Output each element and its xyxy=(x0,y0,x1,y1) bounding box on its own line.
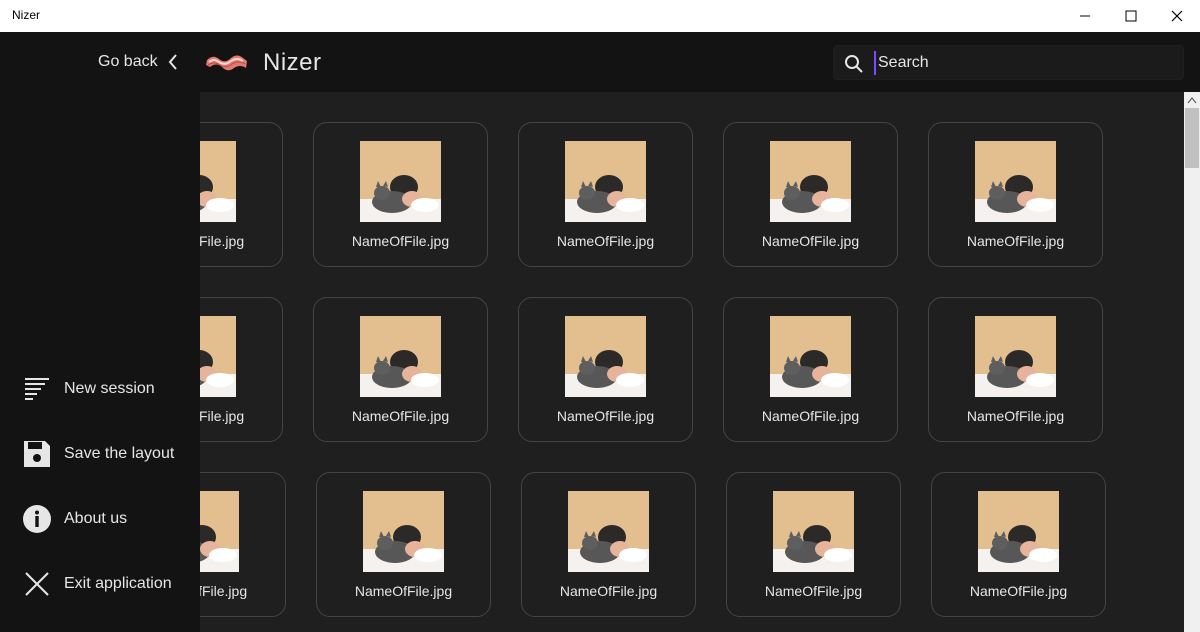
file-thumbnail xyxy=(360,141,441,222)
go-back-label: Go back xyxy=(98,53,158,70)
file-thumbnail xyxy=(975,316,1056,397)
file-card[interactable]: NameOfFile.jpg xyxy=(316,472,491,617)
file-name: NameOfFile.jpg xyxy=(966,408,1065,424)
file-card[interactable]: NameOfFile.jpg xyxy=(313,122,488,267)
sidebar-item-save-layout[interactable]: Save the layout xyxy=(22,439,174,469)
file-card[interactable]: NameOfFile.jpg xyxy=(200,472,286,617)
minimize-icon xyxy=(1080,15,1090,17)
window-titlebar: Nizer xyxy=(0,0,1200,32)
sidebar-item-label: Exit application xyxy=(64,575,172,592)
file-name: NameOfFile.jpg xyxy=(969,583,1068,599)
file-card[interactable]: NameOfFile.jpg xyxy=(723,297,898,442)
file-thumbnail xyxy=(770,316,851,397)
maximize-button[interactable] xyxy=(1108,0,1154,32)
file-card[interactable]: NameOfFile.jpg xyxy=(518,297,693,442)
file-name: NameOfFile.jpg xyxy=(200,583,248,599)
file-name: NameOfFile.jpg xyxy=(200,233,245,249)
close-window-button[interactable] xyxy=(1154,0,1200,32)
file-card[interactable]: NameOfFile.jpg xyxy=(200,122,283,267)
close-icon xyxy=(22,569,52,599)
file-thumbnail xyxy=(773,491,854,572)
file-thumbnail xyxy=(770,141,851,222)
sidebar-item-about-us[interactable]: About us xyxy=(22,504,127,534)
chevron-left-icon xyxy=(168,54,177,70)
file-card[interactable]: NameOfFile.jpg xyxy=(928,297,1103,442)
file-name: NameOfFile.jpg xyxy=(200,408,245,424)
go-back-button[interactable]: Go back xyxy=(98,53,178,71)
file-grid: NameOfFile.jpg NameOfFile.jpg NameOfFile.j… xyxy=(200,92,1184,632)
sidebar-item-label: Save the layout xyxy=(64,445,175,462)
file-name: NameOfFile.jpg xyxy=(764,583,863,599)
file-name: NameOfFile.jpg xyxy=(556,408,655,424)
file-card[interactable]: NameOfFile.jpg xyxy=(931,472,1106,617)
sidebar-item-exit-application[interactable]: Exit application xyxy=(22,569,172,599)
file-thumbnail xyxy=(978,491,1059,572)
file-thumbnail xyxy=(565,141,646,222)
file-name: NameOfFile.jpg xyxy=(556,233,655,249)
file-name: NameOfFile.jpg xyxy=(351,408,450,424)
file-card[interactable]: NameOfFile.jpg xyxy=(313,297,488,442)
file-thumbnail xyxy=(565,316,646,397)
sidebar-item-label: About us xyxy=(64,510,128,527)
sidebar-item-new-session[interactable]: New session xyxy=(22,374,155,404)
app-name: Nizer xyxy=(263,49,322,76)
file-thumbnail xyxy=(568,491,649,572)
file-thumbnail xyxy=(975,141,1056,222)
close-icon xyxy=(1171,10,1183,22)
minimize-button[interactable] xyxy=(1062,0,1108,32)
file-name: NameOfFile.jpg xyxy=(351,233,450,249)
file-card[interactable]: NameOfFile.jpg xyxy=(518,122,693,267)
scrollbar-thumb[interactable] xyxy=(1185,108,1199,168)
bacon-logo-icon xyxy=(206,55,247,71)
file-card[interactable]: NameOfFile.jpg xyxy=(521,472,696,617)
file-name: NameOfFile.jpg xyxy=(761,233,860,249)
vertical-scrollbar[interactable] xyxy=(1184,92,1200,632)
file-thumbnail xyxy=(200,491,239,572)
file-thumbnail xyxy=(200,316,236,397)
search-icon xyxy=(845,55,863,73)
search-input[interactable] xyxy=(874,51,1174,75)
file-thumbnail xyxy=(363,491,444,572)
file-card[interactable]: NameOfFile.jpg xyxy=(928,122,1103,267)
file-card[interactable]: NameOfFile.jpg xyxy=(723,122,898,267)
file-name: NameOfFile.jpg xyxy=(966,233,1065,249)
file-card[interactable]: NameOfFile.jpg xyxy=(726,472,901,617)
sidebar-item-label: New session xyxy=(64,380,155,397)
floppy-disk-icon xyxy=(22,439,52,469)
file-name: NameOfFile.jpg xyxy=(761,408,860,424)
file-name: NameOfFile.jpg xyxy=(354,583,453,599)
file-name: NameOfFile.jpg xyxy=(559,583,658,599)
window-title: Nizer xyxy=(12,8,41,22)
file-thumbnail xyxy=(360,316,441,397)
maximize-icon xyxy=(1125,10,1137,22)
scroll-up-arrow-icon[interactable] xyxy=(1187,96,1197,104)
sidebar xyxy=(0,92,200,632)
file-card[interactable]: NameOfFile.jpg xyxy=(200,297,283,442)
file-thumbnail xyxy=(200,141,236,222)
search-box[interactable] xyxy=(833,45,1184,80)
info-icon xyxy=(22,504,52,534)
list-lines-icon xyxy=(22,374,52,404)
